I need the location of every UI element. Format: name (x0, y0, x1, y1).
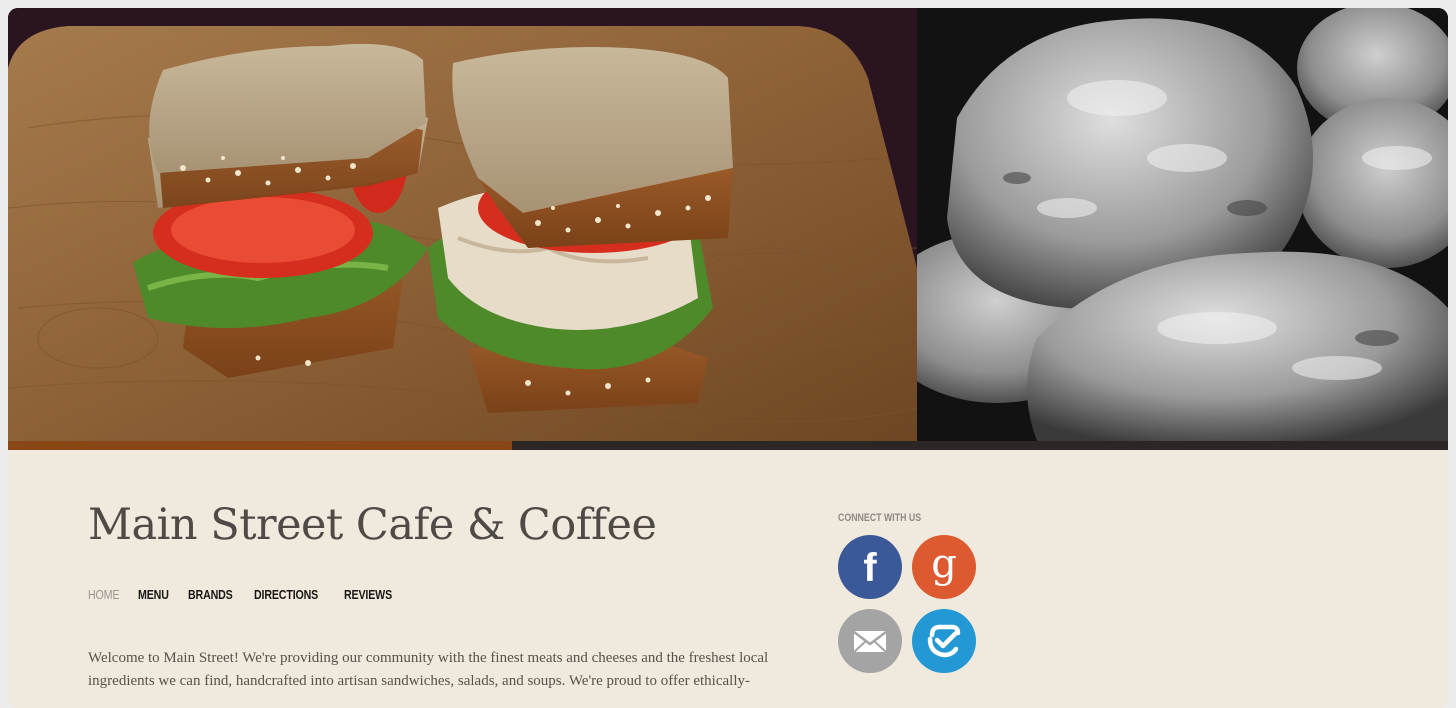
sandwich-photo (8, 8, 917, 441)
slideshow-progress-bar (8, 441, 1448, 450)
slideshow-progress-fill (8, 441, 512, 450)
connect-heading: Connect with us (838, 512, 922, 524)
nav-item-directions[interactable]: Directions (254, 587, 318, 602)
nav-item-menu[interactable]: Menu (138, 587, 169, 602)
hero-slideshow[interactable] (8, 8, 1448, 441)
foursquare-icon (927, 624, 961, 658)
page-frame: Main Street Cafe & Coffee Home Menu Bran… (8, 8, 1448, 708)
email-button[interactable] (838, 609, 902, 673)
nav-item-brands[interactable]: Brands (188, 587, 233, 602)
facebook-glyph: f (863, 546, 877, 590)
social-links: f g (838, 535, 978, 673)
foursquare-button[interactable] (912, 609, 976, 673)
main-content: Main Street Cafe & Coffee Home Menu Bran… (8, 450, 1448, 708)
google-button[interactable]: g (912, 535, 976, 599)
intro-paragraph: Welcome to Main Street! We're providing … (88, 650, 769, 689)
google-glyph: g (931, 541, 957, 587)
email-icon (853, 631, 887, 653)
bread-photo (917, 8, 1448, 441)
nav-item-reviews[interactable]: Reviews (344, 587, 392, 602)
main-nav: Home Menu Brands Directions Reviews (88, 587, 395, 602)
google-icon: g (931, 541, 957, 587)
nav-item-home[interactable]: Home (88, 587, 119, 602)
facebook-button[interactable]: f (838, 535, 902, 599)
site-title: Main Street Cafe & Coffee (88, 500, 657, 550)
facebook-icon: f (863, 546, 877, 590)
